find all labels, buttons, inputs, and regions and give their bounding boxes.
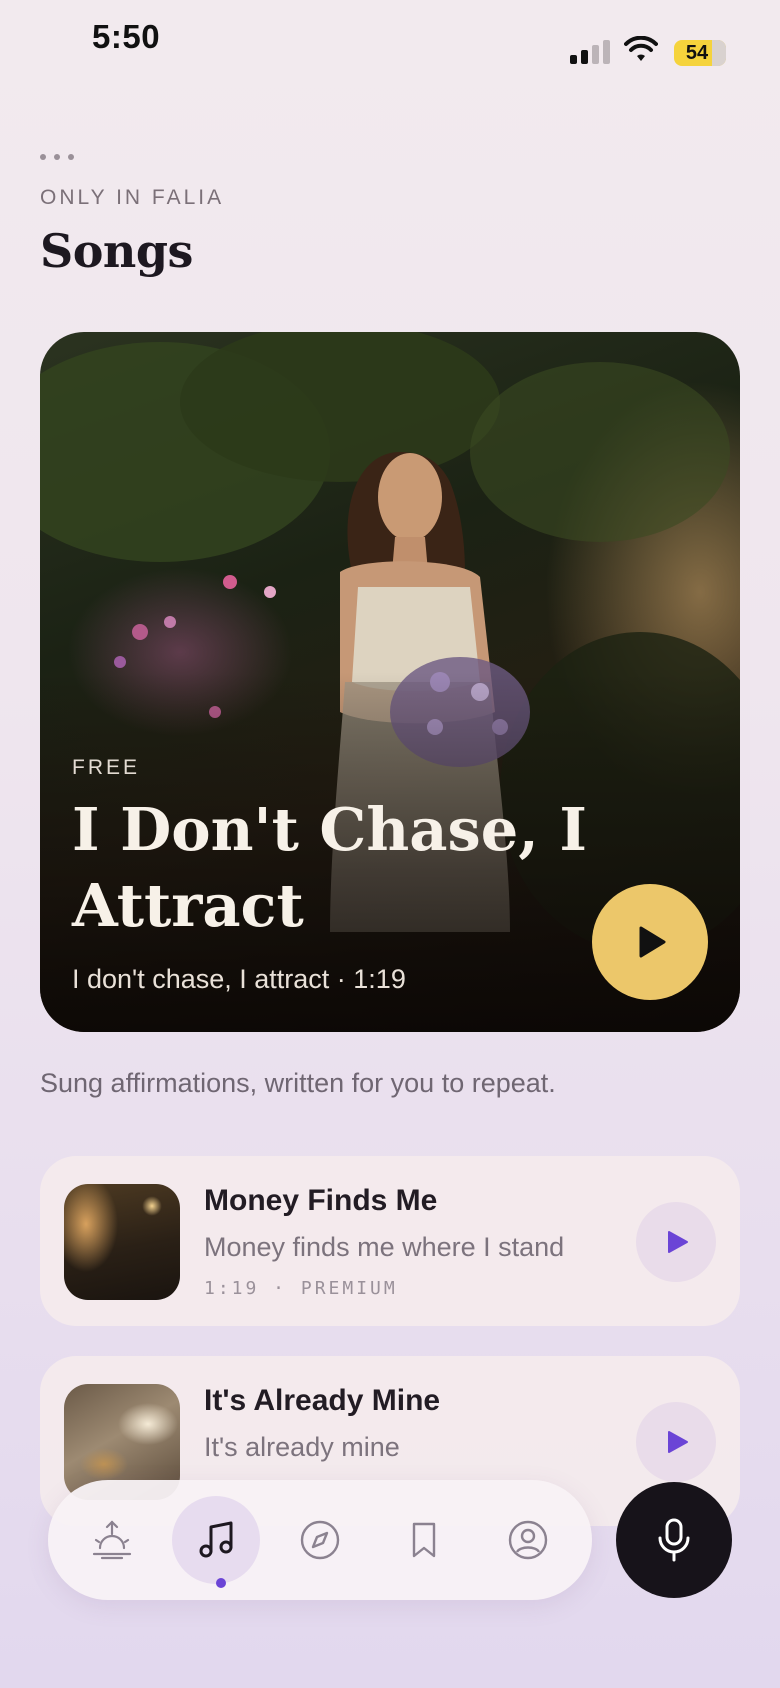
status-bar: 5:50 54 — [0, 0, 780, 80]
section-description: Sung affirmations, written for you to re… — [40, 1068, 556, 1098]
play-icon — [668, 1431, 688, 1453]
music-note-icon — [199, 1521, 233, 1558]
song-play-button[interactable] — [636, 1202, 716, 1282]
featured-subtitle: I don't chase, I attract · 1:19 — [72, 964, 406, 994]
nav-explore[interactable] — [276, 1496, 364, 1584]
wifi-icon — [624, 36, 658, 61]
bottom-navigation — [48, 1480, 592, 1600]
microphone-icon — [658, 1518, 690, 1562]
more-options-icon[interactable] — [40, 154, 84, 168]
featured-title: I Don't Chase, I Attract — [72, 795, 587, 940]
compass-icon — [300, 1520, 340, 1560]
battery-level: 54 — [685, 41, 709, 64]
featured-play-button[interactable] — [592, 884, 708, 1000]
profile-icon — [508, 1520, 548, 1560]
nav-songs[interactable] — [172, 1496, 260, 1584]
song-subtitle: Money finds me where I stand — [204, 1232, 565, 1262]
section-eyebrow: ONLY IN FALIA — [40, 186, 225, 209]
play-icon — [668, 1231, 688, 1253]
song-title: Money Finds Me — [204, 1184, 438, 1217]
nav-profile[interactable] — [484, 1496, 572, 1584]
song-thumbnail — [64, 1184, 180, 1300]
featured-song-card[interactable]: FREE I Don't Chase, I Attract I don't ch… — [40, 332, 740, 1032]
bookmark-icon — [412, 1522, 436, 1558]
status-time: 5:50 — [92, 18, 161, 55]
play-icon — [639, 926, 666, 958]
nav-saved[interactable] — [380, 1496, 468, 1584]
page-title: Songs — [40, 224, 193, 278]
featured-tag: FREE — [72, 756, 141, 779]
song-title: It's Already Mine — [204, 1384, 441, 1417]
voice-record-button[interactable] — [616, 1482, 732, 1598]
song-play-button[interactable] — [636, 1402, 716, 1482]
nav-today[interactable] — [68, 1496, 156, 1584]
signal-icon — [570, 38, 612, 64]
battery-icon: 54 — [674, 40, 726, 66]
active-indicator — [216, 1578, 226, 1588]
song-meta: 1:19 · PREMIUM — [204, 1278, 398, 1299]
sunrise-icon — [92, 1520, 132, 1560]
song-list-item[interactable]: Money Finds Me Money finds me where I st… — [40, 1156, 740, 1326]
song-subtitle: It's already mine — [204, 1432, 400, 1462]
